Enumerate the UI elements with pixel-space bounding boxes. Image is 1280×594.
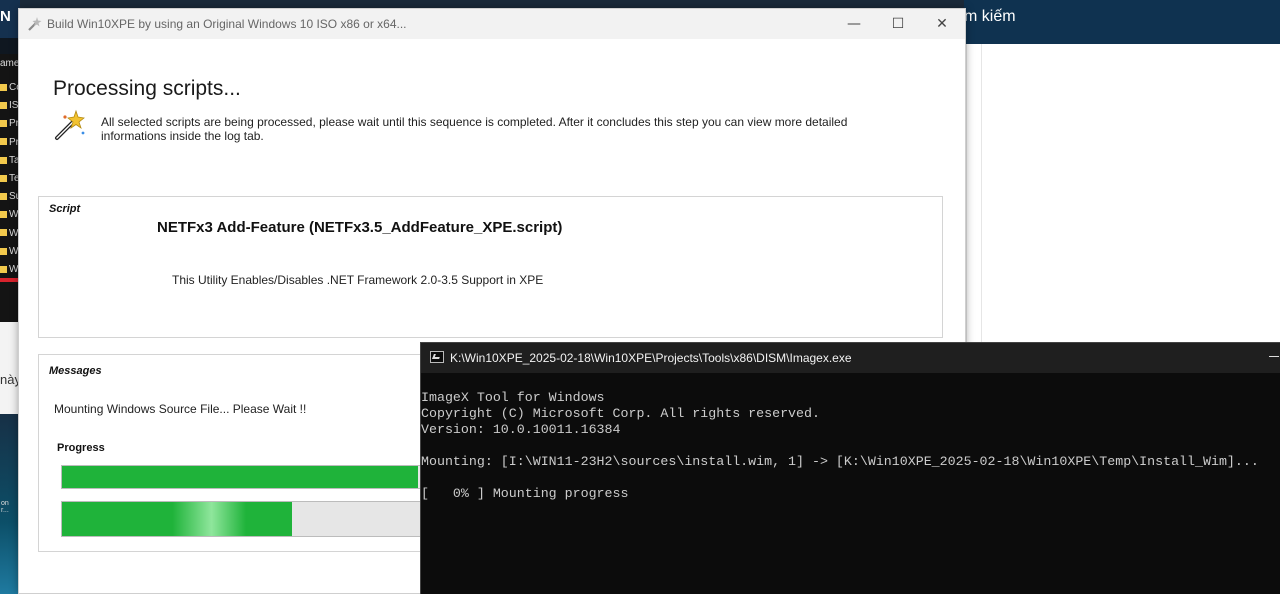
console-minimize-button[interactable] (1269, 356, 1279, 357)
background-explorer-header: ame (0, 58, 20, 69)
close-button[interactable]: ✕ (919, 9, 965, 39)
background-desktop: on r... (0, 414, 20, 594)
background-explorer-row: Pr (0, 118, 20, 134)
progress-label: Progress (57, 442, 105, 454)
page-description: All selected scripts are being processed… (101, 115, 848, 143)
background-selection-marker (0, 278, 20, 282)
background-explorer-row: W (0, 246, 20, 262)
background-explorer-row: W (0, 228, 20, 244)
folder-icon (0, 174, 7, 182)
script-description: This Utility Enables/Disables .NET Frame… (172, 273, 544, 287)
folder-icon (0, 265, 7, 273)
overall-progress-fill (62, 466, 418, 488)
script-title: NETFx3 Add-Feature (NETFx3.5_AddFeature_… (157, 219, 563, 236)
background-explorer-row: Su (0, 191, 20, 207)
folder-icon (0, 138, 7, 146)
dialog-title-bar[interactable]: Build Win10XPE by using an Original Wind… (19, 9, 965, 39)
folder-icon (0, 83, 7, 91)
console-output[interactable]: ImageX Tool for Windows Copyright (C) Mic… (421, 390, 1280, 502)
wand-icon (28, 17, 42, 31)
messages-group-label: Messages (49, 365, 102, 377)
console-line: ImageX Tool for Windows (421, 390, 605, 405)
background-taskbar-label: N (0, 0, 20, 38)
background-explorer-row: Ta (0, 155, 20, 171)
page-heading: Processing scripts... (53, 77, 241, 100)
script-group-label: Script (49, 203, 81, 215)
background-explorer-row: Co (0, 82, 20, 98)
folder-icon (0, 193, 7, 201)
background-explorer-row: Te (0, 173, 20, 189)
folder-icon (0, 156, 7, 164)
console-line: Mounting: [I:\WIN11-23H2\sources\install… (421, 454, 1259, 469)
folder-icon (0, 229, 7, 237)
folder-icon (0, 102, 7, 110)
background-desktop-label: on r... (1, 500, 9, 514)
background-white-panel: này (0, 322, 21, 414)
script-group: Script NETFx3 Add-Feature (NETFx3.5_AddF… (38, 196, 943, 338)
current-progress-fill (62, 502, 293, 536)
background-explorer-row: W (0, 209, 20, 225)
console-title-bar[interactable]: K:\Win10XPE_2025-02-18\Win10XPE\Projects… (421, 343, 1280, 373)
magic-wand-icon (55, 109, 85, 140)
folder-icon (0, 120, 7, 128)
background-explorer-row: Pr (0, 137, 20, 153)
console-window: K:\Win10XPE_2025-02-18\Win10XPE\Projects… (420, 342, 1280, 594)
background-search-text[interactable]: m kiếm (964, 8, 1016, 26)
minimize-button[interactable]: — (831, 9, 877, 39)
console-line: Copyright (C) Microsoft Corp. All rights… (421, 406, 820, 421)
folder-icon (0, 211, 7, 219)
background-page (966, 44, 1280, 344)
status-message: Mounting Windows Source File... Please W… (54, 402, 307, 416)
dialog-title: Build Win10XPE by using an Original Wind… (47, 17, 407, 31)
maximize-button[interactable]: ☐ (875, 9, 921, 39)
background-explorer-row: IS (0, 100, 20, 116)
console-line: [ 0% ] Mounting progress (421, 486, 629, 501)
console-title: K:\Win10XPE_2025-02-18\Win10XPE\Projects… (450, 351, 852, 365)
console-icon (430, 351, 444, 363)
folder-icon (0, 247, 7, 255)
background-left-strip: N ame CoISPrPrTaTeSuWWWW này on r... (0, 0, 21, 594)
console-line: Version: 10.0.10011.16384 (421, 422, 621, 437)
